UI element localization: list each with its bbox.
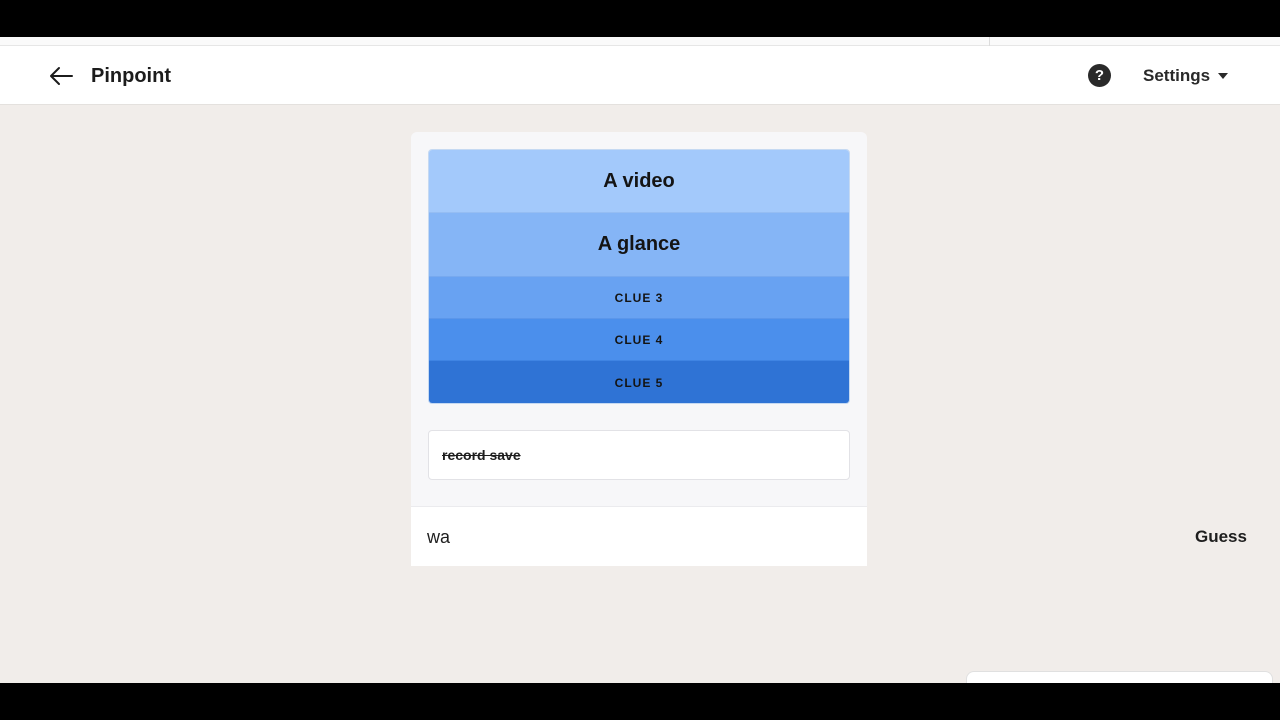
help-button[interactable]: ? [1088,64,1111,87]
clue-5: CLUE 5 [429,361,849,403]
question-circle-icon: ? [1094,67,1105,84]
clue-3-label: CLUE 3 [614,290,664,305]
settings-dropdown[interactable]: Settings [1143,63,1229,89]
guess-form: Guess [411,506,1247,566]
settings-label: Settings [1143,66,1211,85]
browser-strip [0,37,1280,46]
app-viewport: Pinpoint ? Settings A video A glance CLU… [0,37,1280,683]
clue-3: CLUE 3 [429,277,849,319]
corner-widget[interactable] [966,671,1273,683]
page-title: Pinpoint [91,65,171,87]
clue-4-label: CLUE 4 [614,332,664,347]
strip-divider [989,37,990,46]
clue-2: A glance [429,213,849,277]
letterbox-top [0,0,1280,37]
clue-stack: A video A glance CLUE 3 CLUE 4 CLUE 5 [428,149,850,404]
back-button[interactable] [44,60,78,92]
clue-1: A video [429,150,849,213]
arrow-left-icon [50,67,73,85]
caret-down-icon [1218,73,1229,79]
guess-input[interactable] [427,522,727,552]
previous-guess: record save [428,430,850,480]
app-header: Pinpoint ? Settings [0,46,1280,105]
guess-button[interactable]: Guess [1195,522,1247,552]
clue-5-label: CLUE 5 [614,375,664,390]
previous-guess-text: record save [442,447,521,463]
clue-1-label: A video [603,169,675,192]
clue-4: CLUE 4 [429,319,849,361]
game-card: A video A glance CLUE 3 CLUE 4 CLUE 5 re… [411,132,1247,566]
clue-2-label: A glance [597,233,681,255]
letterbox-bottom [0,683,1280,720]
